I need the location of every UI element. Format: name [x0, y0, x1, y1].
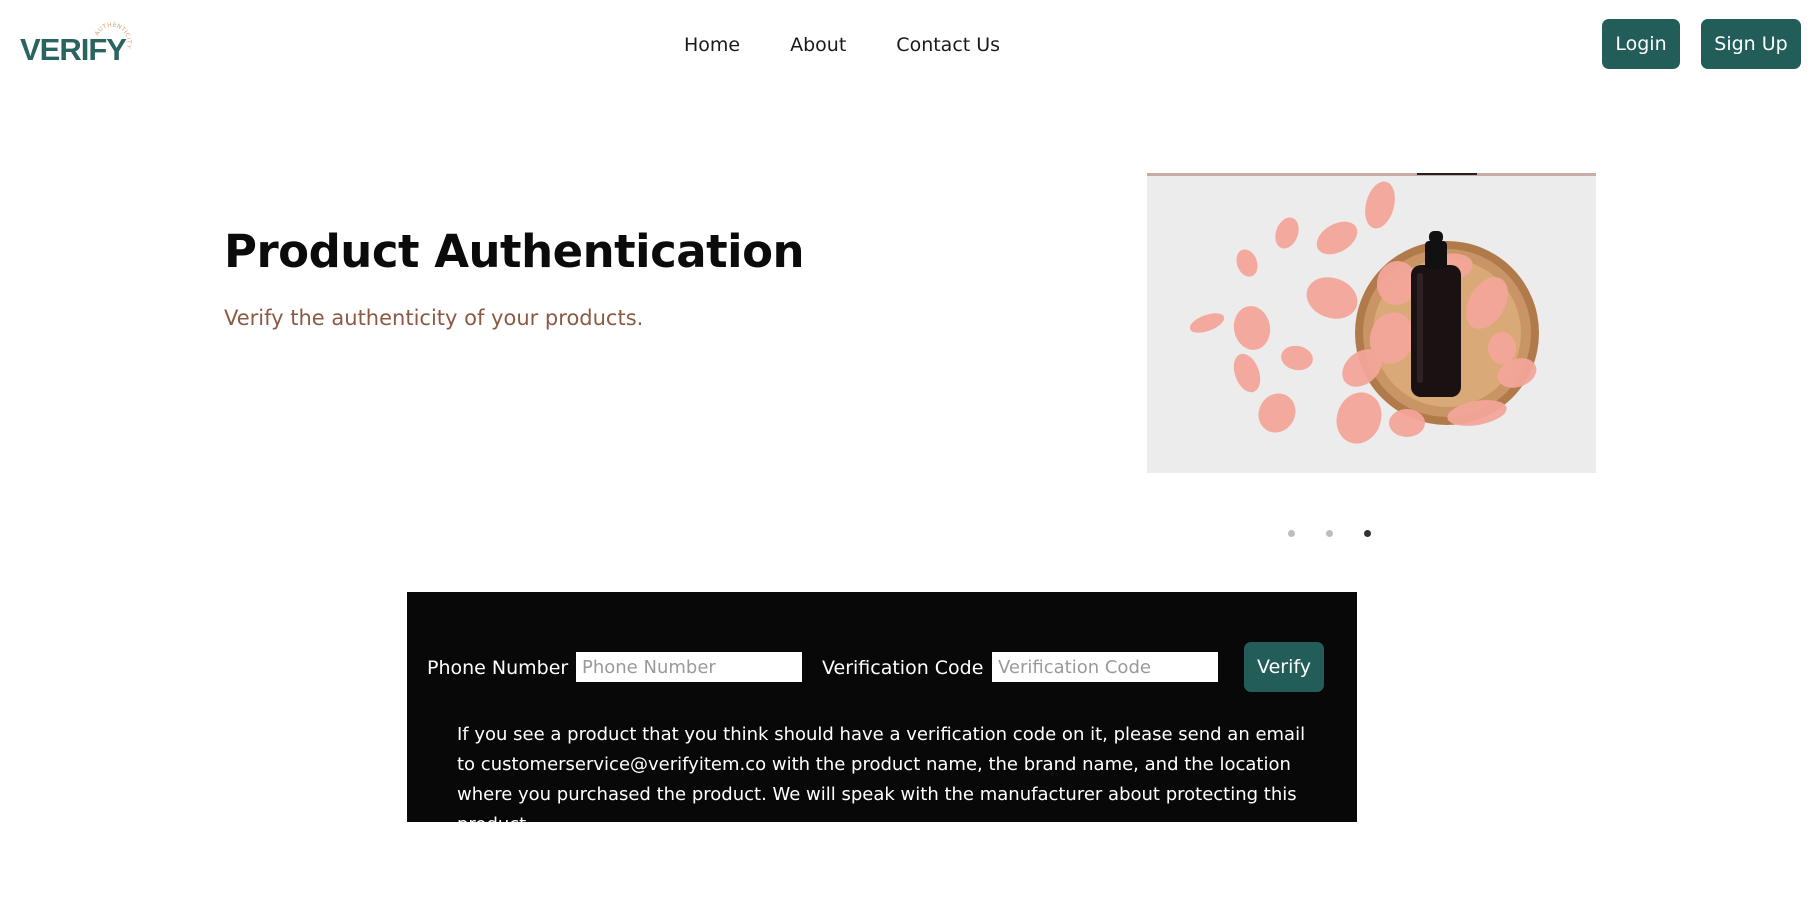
logo-arc-icon: AUTHENTICITY: [94, 22, 132, 49]
verify-button[interactable]: Verify: [1244, 642, 1324, 692]
nav-home-link[interactable]: Home: [684, 34, 740, 56]
carousel-indicators: [1288, 530, 1371, 537]
svg-text:AUTHENTICITY: AUTHENTICITY: [94, 22, 132, 49]
phone-number-label: Phone Number: [427, 657, 569, 679]
verification-code-label: Verification Code: [822, 657, 984, 679]
hero-carousel[interactable]: [1147, 173, 1596, 473]
carousel-dot-1[interactable]: [1288, 530, 1295, 537]
login-button[interactable]: Login: [1602, 19, 1680, 69]
verify-logo[interactable]: VERIFY AUTHENTICITY: [20, 22, 132, 70]
verification-note: If you see a product that you think shou…: [457, 724, 1306, 835]
nav-about-link[interactable]: About: [790, 34, 846, 56]
main-nav: Home About Contact Us: [684, 34, 1000, 56]
phone-number-input[interactable]: [576, 652, 802, 682]
site-header: VERIFY AUTHENTICITY Home About Contact U…: [0, 0, 1819, 96]
verification-panel: Phone Number Verification Code Verify If…: [407, 592, 1357, 835]
signup-button[interactable]: Sign Up: [1701, 19, 1801, 69]
serum-bottle-image: [1147, 173, 1596, 473]
carousel-dot-3[interactable]: [1364, 530, 1371, 537]
verification-code-input[interactable]: [992, 652, 1218, 682]
nav-contact-link[interactable]: Contact Us: [896, 34, 1000, 56]
page-title: Product Authentication: [224, 225, 805, 278]
carousel-dot-2[interactable]: [1326, 530, 1333, 537]
page-subtitle: Verify the authenticity of your products…: [224, 306, 644, 330]
